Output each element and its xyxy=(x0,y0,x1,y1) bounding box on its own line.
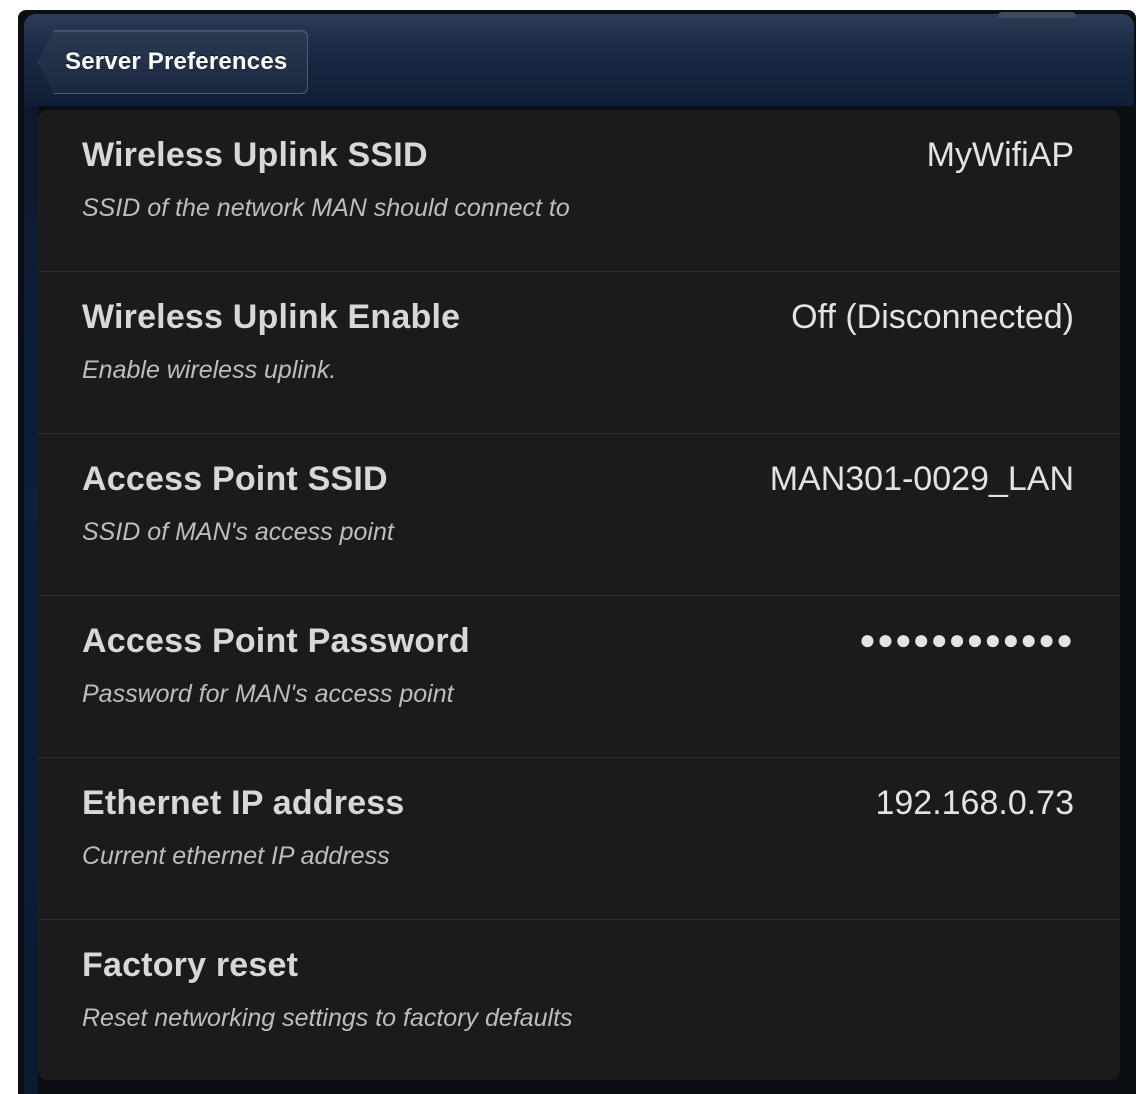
password-value-masked: ●●●●●●●●●●●● xyxy=(859,624,1074,655)
setting-description: Enable wireless uplink. xyxy=(82,356,337,384)
background-strip xyxy=(24,106,38,1094)
setting-row-factory-reset[interactable]: Factory reset Reset networking settings … xyxy=(38,920,1120,1080)
navbar-edge-tab xyxy=(998,12,1076,18)
setting-value: 192.168.0.73 xyxy=(875,784,1074,822)
setting-description: Current ethernet IP address xyxy=(82,842,390,870)
setting-title: Factory reset xyxy=(82,946,299,984)
setting-title: Ethernet IP address xyxy=(82,784,405,822)
settings-list: Wireless Uplink SSID SSID of the network… xyxy=(38,110,1120,1080)
setting-description: SSID of the network MAN should connect t… xyxy=(82,194,570,222)
setting-row-access-point-password[interactable]: Access Point Password Password for MAN's… xyxy=(38,596,1120,758)
setting-value: MyWifiAP xyxy=(926,136,1074,174)
setting-row-ethernet-ip-address[interactable]: Ethernet IP address Current ethernet IP … xyxy=(38,758,1120,920)
setting-row-wireless-uplink-ssid[interactable]: Wireless Uplink SSID SSID of the network… xyxy=(38,110,1120,272)
setting-row-wireless-uplink-enable[interactable]: Wireless Uplink Enable Enable wireless u… xyxy=(38,272,1120,434)
back-button-server-preferences[interactable]: Server Preferences xyxy=(38,30,309,94)
setting-description: Reset networking settings to factory def… xyxy=(82,1004,573,1032)
setting-value: MAN301-0029_LAN xyxy=(769,460,1074,498)
setting-value: Off (Disconnected) xyxy=(791,298,1074,336)
setting-description: Password for MAN's access point xyxy=(82,680,454,708)
setting-title: Wireless Uplink SSID xyxy=(82,136,428,174)
back-button-label: Server Preferences xyxy=(65,48,288,75)
setting-description: SSID of MAN's access point xyxy=(82,518,394,546)
setting-title: Access Point SSID xyxy=(82,460,388,498)
setting-title: Access Point Password xyxy=(82,622,470,660)
setting-title: Wireless Uplink Enable xyxy=(82,298,461,336)
setting-row-access-point-ssid[interactable]: Access Point SSID SSID of MAN's access p… xyxy=(38,434,1120,596)
